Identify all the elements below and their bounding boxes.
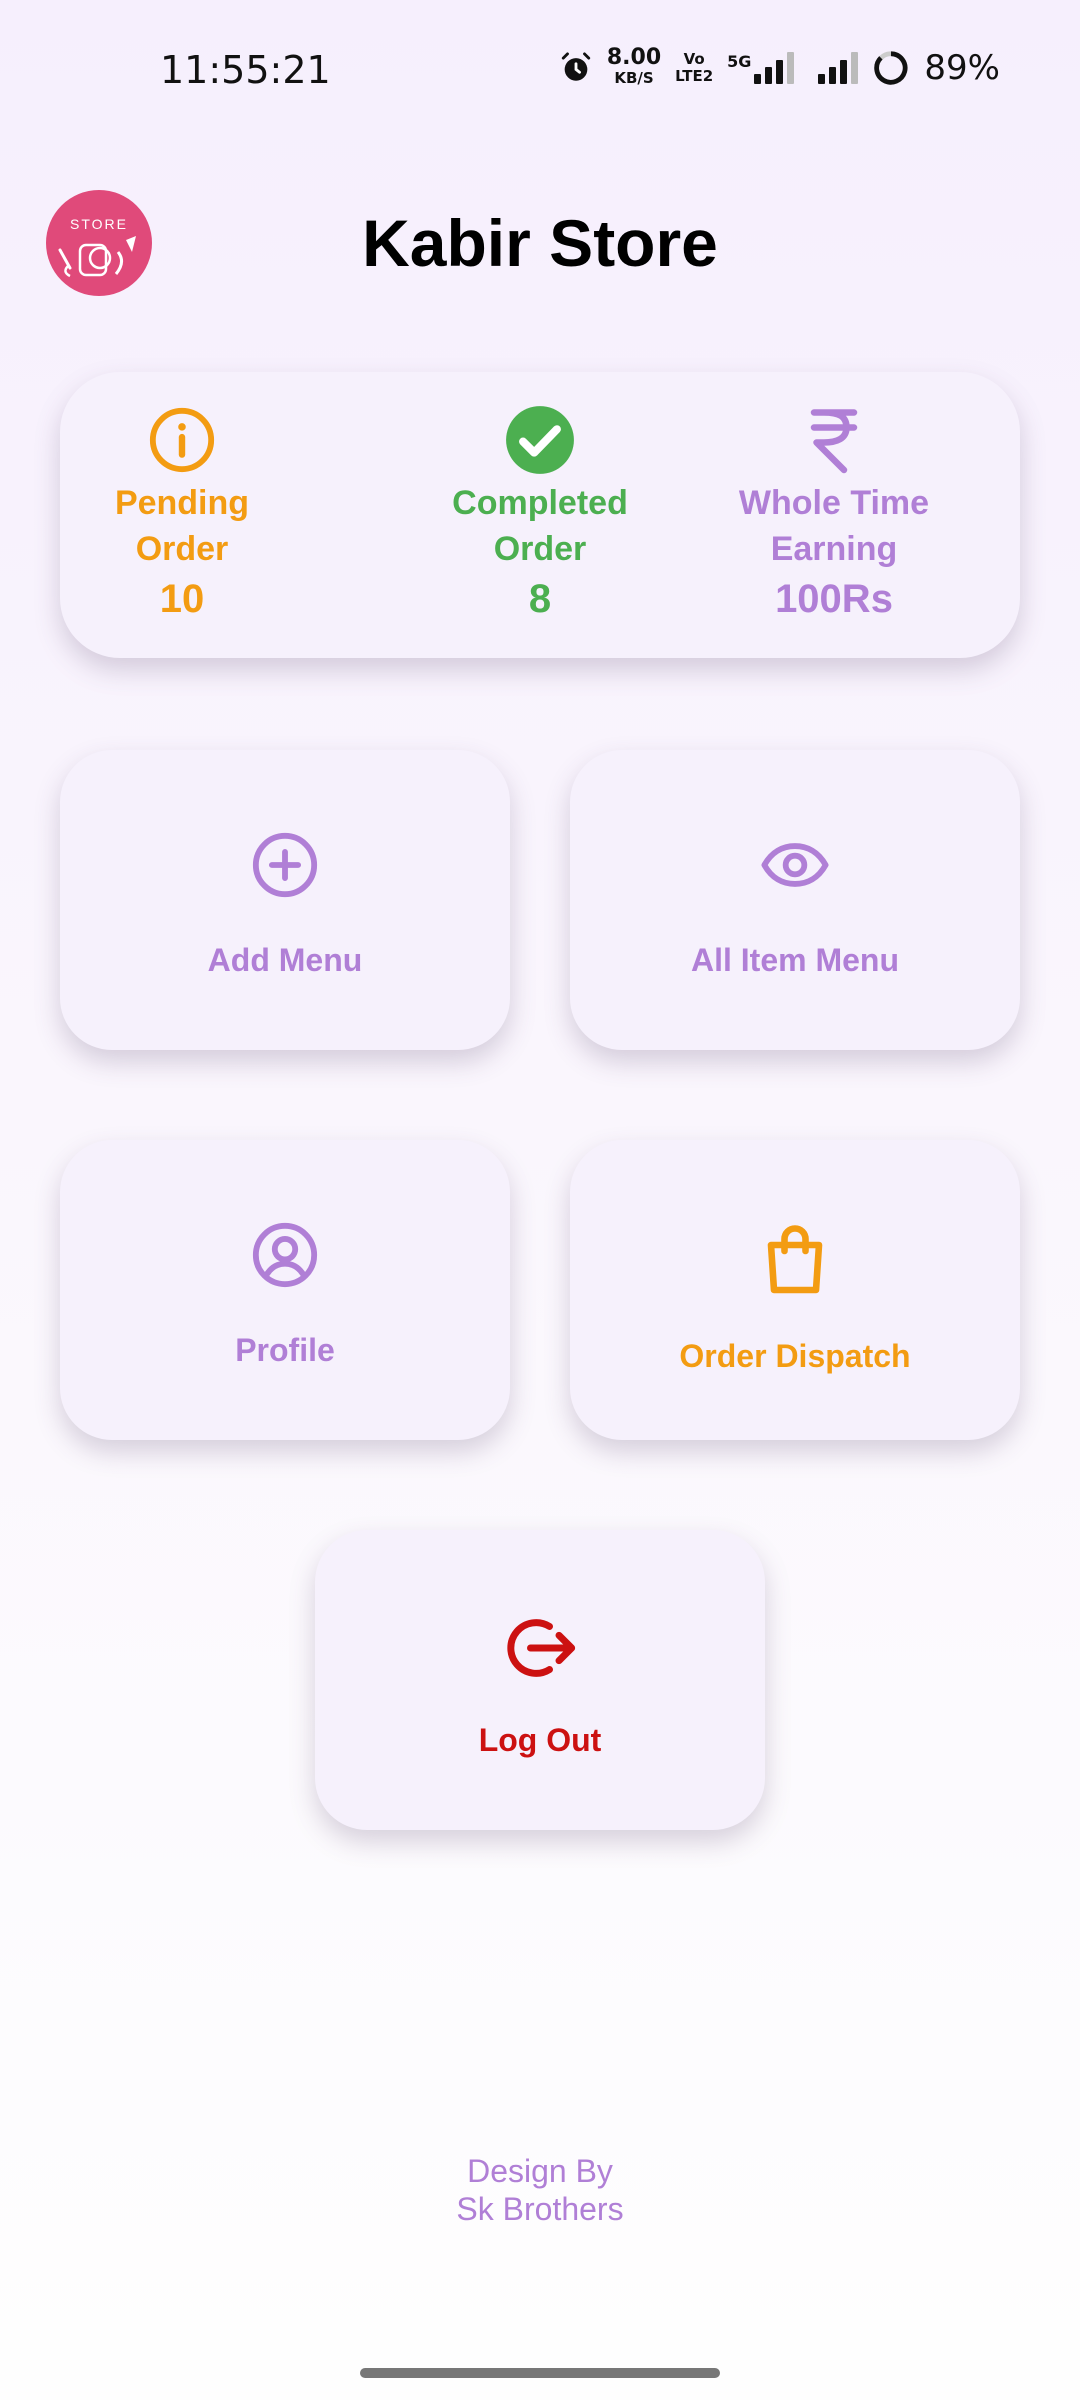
footer-line2: Sk Brothers [456,2191,624,2227]
user-circle-icon [60,1220,510,1290]
stat-label-line1: Whole Time [738,484,930,522]
profile-button[interactable]: Profile [60,1140,510,1440]
page-title: Kabir Store [362,206,718,280]
stat-value: 10 [159,577,205,621]
add-menu-label: Add Menu [207,942,363,978]
stat-completed-order[interactable]: Completed Order 8 [400,404,680,624]
status-icons: 8.00 KB/S Vo LTE2 5G 89% [559,45,1000,88]
plus-circle-icon [60,830,510,900]
stat-pending-order[interactable]: Pending Order 10 [42,404,322,624]
stat-value: 8 [528,577,552,621]
signal-5g: 5G [727,52,795,84]
rupee-icon [694,404,974,476]
volte-top: Vo [683,50,705,68]
profile-label: Profile [235,1332,335,1368]
battery-ring-icon [874,51,909,85]
net-speed: 8.00 KB/S [606,45,662,88]
stat-label-line1: Completed [452,484,628,522]
signal-icon [818,52,859,84]
net-speed-unit: KB/S [614,69,654,87]
stats-card: Pending Order 10 Completed Order 8 Whole… [60,372,1020,658]
stat-label-line1: Pending [114,484,250,522]
stat-label-line2: Earning [770,530,898,568]
shopping-bag-icon [570,1220,1020,1300]
log-out-label: Log Out [478,1722,602,1758]
footer-credit: Design By Sk Brothers [0,2152,1080,2228]
stat-value: 100Rs [775,577,893,621]
logout-icon [315,1610,765,1686]
network-type: 5G [727,52,752,71]
order-dispatch-button[interactable]: Order Dispatch [570,1140,1020,1440]
stat-label-line2: Order [493,530,587,568]
add-menu-button[interactable]: Add Menu [60,750,510,1050]
all-item-menu-button[interactable]: All Item Menu [570,750,1020,1050]
volte-bottom: LTE2 [675,67,714,85]
status-bar: 11:55:21 8.00 KB/S Vo LTE2 5G 89% [0,0,1080,140]
log-out-button[interactable]: Log Out [315,1530,765,1830]
volte-indicator: Vo LTE2 [675,51,713,85]
alarm-icon [561,52,591,81]
status-time: 11:55:21 [160,48,331,92]
info-circle-icon [42,404,322,476]
order-dispatch-label: Order Dispatch [679,1338,911,1374]
all-item-menu-label: All Item Menu [690,942,899,978]
footer-line1: Design By [467,2153,613,2189]
stat-whole-time-earning[interactable]: Whole Time Earning 100Rs [694,404,974,624]
eye-icon [570,830,1020,900]
check-circle-icon [400,404,680,476]
battery-percent: 89% [924,48,1000,88]
stat-label-line2: Order [135,530,229,568]
net-speed-value: 8.00 [606,45,662,70]
signal-icon [754,52,795,84]
home-indicator[interactable] [360,2368,720,2378]
